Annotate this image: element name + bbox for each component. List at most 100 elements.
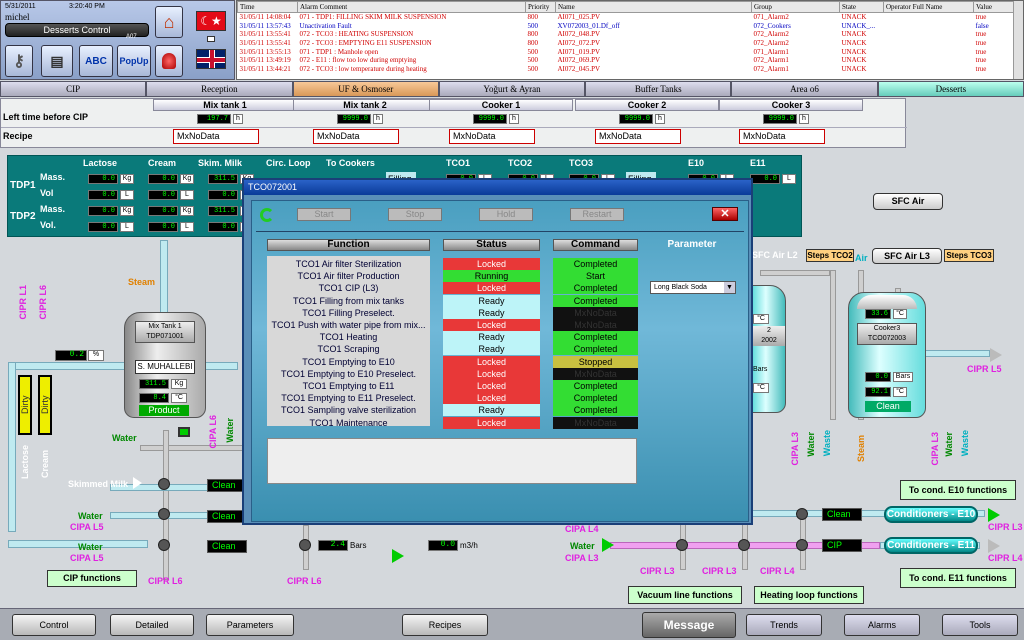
tab-cip[interactable]: CIP xyxy=(0,81,147,97)
command-cell[interactable]: MxNoData xyxy=(553,367,638,380)
col-name[interactable]: Name xyxy=(555,1,752,13)
alarm-scrollbar[interactable] xyxy=(1013,1,1023,79)
abc-button[interactable]: ABC xyxy=(79,45,113,77)
steps-tco3-button[interactable]: Steps TCO3 xyxy=(944,249,994,262)
alarm-row[interactable]: 31/05/11 14:08:04 071 - TDP1: FILLING SKI… xyxy=(238,13,1023,22)
alarm-row[interactable]: 31/05/11 13:55:41 072 - TCO3 : HEATING SU… xyxy=(238,30,1023,39)
recipe-field[interactable]: MxNoData xyxy=(313,129,399,144)
alarm-cell-operator xyxy=(884,56,974,65)
cipa-l3-label-c: CIPA L3 xyxy=(565,553,599,563)
trends-button[interactable]: Trends xyxy=(746,614,822,636)
alarm-row[interactable]: 31/05/11 13:55:41 072 - TCO3 : EMPTYING E… xyxy=(238,39,1023,48)
command-cell[interactable]: Completed xyxy=(553,294,638,307)
tab-yogurt-ayran[interactable]: Yoğurt & Ayran xyxy=(438,81,586,97)
mix-tank-temp: 8.4 xyxy=(139,393,169,403)
heating-loop-button[interactable]: Heating loop functions xyxy=(754,586,864,604)
mix-tank-1[interactable]: Mix Tank 1 TDP071001 S. MUHALLEBI 311.5 … xyxy=(124,312,206,418)
tdp-value: 0.0 xyxy=(88,190,118,200)
valve-indicator[interactable] xyxy=(178,427,190,437)
steps-tco2-button[interactable]: Steps TCO2 xyxy=(806,249,854,262)
alarm-row[interactable]: 31/05/11 13:57:43 Unactivation Fault 500 XV… xyxy=(238,21,1023,30)
col-time[interactable]: Time xyxy=(237,1,298,13)
command-cell[interactable]: Completed xyxy=(553,343,638,356)
alarm-row[interactable]: 31/05/11 13:44:21 072 - TCO3 : low temper… xyxy=(238,65,1023,74)
sfc-air-l3-button[interactable]: SFC Air L3 xyxy=(872,248,942,264)
command-cell[interactable]: Completed xyxy=(553,331,638,344)
user-label: michel xyxy=(5,12,30,22)
parameters-button[interactable]: Parameters xyxy=(206,614,294,636)
col-state[interactable]: State xyxy=(839,1,884,13)
e10-arrow-icon xyxy=(988,508,1000,522)
pump-icon[interactable] xyxy=(392,549,404,563)
recipe-field[interactable]: MxNoData xyxy=(449,129,535,144)
hold-button[interactable]: Hold xyxy=(479,208,533,221)
command-cell[interactable]: MxNoData xyxy=(553,416,638,429)
alarm-row[interactable]: 31/05/11 13:49:19 072 - E11 : flow too lo… xyxy=(238,56,1023,65)
command-cell[interactable]: Completed xyxy=(553,392,638,405)
turkish-flag-icon[interactable]: ☾★ xyxy=(196,11,226,31)
hdr-tco2: TCO2 xyxy=(508,158,533,168)
alarm-cell-operator xyxy=(884,30,974,39)
conditioners-e10[interactable]: Conditioners - E10 xyxy=(884,506,978,523)
cooker-3-tank[interactable]: 33.6 °C Cooker3 TCO072003 0.0 Bars 92.1 … xyxy=(848,292,926,418)
sfc-air-button[interactable]: SFC Air xyxy=(873,193,943,210)
level-unit: % xyxy=(88,350,104,361)
cooker-2-tank[interactable]: °C 2 2002 Bars °C xyxy=(752,285,786,413)
refresh-icon[interactable] xyxy=(260,208,274,222)
conditioners-e11[interactable]: Conditioners - E11 xyxy=(884,537,978,554)
parameter-value: Long Black Soda xyxy=(654,284,707,291)
stop-button[interactable]: Stop xyxy=(388,208,442,221)
alarm-cell-state: UNACK xyxy=(841,30,867,39)
uk-flag-icon[interactable] xyxy=(196,49,226,69)
chevron-down-icon[interactable]: ▼ xyxy=(724,282,735,293)
command-cell[interactable]: Completed xyxy=(553,258,638,270)
command-cell[interactable]: MxNoData xyxy=(553,319,638,331)
command-cell[interactable]: Stopped xyxy=(553,355,638,368)
cipa-l3-label-a: CIPA L3 xyxy=(790,432,800,466)
col-group[interactable]: Group xyxy=(751,1,840,13)
printer-button[interactable]: ▤ xyxy=(41,45,73,77)
keys-button[interactable]: ⚷ xyxy=(5,45,33,77)
recipe-field[interactable]: MxNoData xyxy=(595,129,681,144)
tab-buffer-tanks[interactable]: Buffer Tanks xyxy=(585,81,732,97)
tools-button[interactable]: Tools xyxy=(942,614,1018,636)
cip-functions-button[interactable]: CIP functions xyxy=(47,570,137,587)
message-button[interactable]: Message xyxy=(642,612,736,638)
alarm-row[interactable]: 31/05/11 13:55:13 071 - TDP1 : Manhole op… xyxy=(238,47,1023,56)
start-button[interactable]: Start xyxy=(297,208,351,221)
control-button[interactable]: Control xyxy=(12,614,96,636)
command-cell[interactable]: Completed xyxy=(553,282,638,295)
hdr-tco3: TCO3 xyxy=(569,158,594,168)
col-priority[interactable]: Priority xyxy=(525,1,556,13)
detailed-button[interactable]: Detailed xyxy=(110,614,194,636)
col-comment[interactable]: Alarm Comment xyxy=(297,1,526,13)
water-clean-status-1: Clean xyxy=(207,510,247,523)
home-button[interactable]: ⌂ xyxy=(155,6,183,38)
recipe-field[interactable]: MxNoData xyxy=(173,129,259,144)
cooker2-bars-unit: Bars xyxy=(753,366,768,373)
tab-area-o6[interactable]: Area o6 xyxy=(731,81,878,97)
recipe-field[interactable]: MxNoData xyxy=(739,129,825,144)
left-time-unit: h xyxy=(655,114,665,124)
command-cell[interactable]: Completed xyxy=(553,380,638,392)
parameter-select[interactable]: Long Black Soda ▼ xyxy=(650,281,736,294)
tab-reception[interactable]: Reception xyxy=(146,81,293,97)
tab-uf-osmoser[interactable]: UF & Osmoser xyxy=(292,81,439,97)
tab-desserts[interactable]: Desserts xyxy=(877,81,1024,97)
to-cond-e10-button[interactable]: To cond. E10 functions xyxy=(900,480,1016,500)
vacuum-line-button[interactable]: Vacuum line functions xyxy=(628,586,742,604)
mix-col-header: Mix tank 1 xyxy=(153,99,297,111)
to-cond-e11-button[interactable]: To cond. E11 functions xyxy=(900,568,1016,588)
command-cell[interactable]: Start xyxy=(553,270,638,283)
alarm-light-button[interactable] xyxy=(155,45,183,77)
restart-button[interactable]: Restart xyxy=(570,208,624,221)
alarm-table[interactable]: Time Alarm Comment Priority Name Group S… xyxy=(236,0,1024,80)
recipes-button[interactable]: Recipes xyxy=(402,614,488,636)
col-operator[interactable]: Operator Full Name xyxy=(883,1,974,13)
close-icon[interactable]: ✕ xyxy=(712,207,738,221)
inlet-valve-icon[interactable] xyxy=(602,538,614,552)
command-cell[interactable]: Completed xyxy=(553,404,638,417)
popup-button[interactable]: PopUp xyxy=(117,45,151,77)
command-cell[interactable]: MxNoData xyxy=(553,306,638,319)
alarms-button[interactable]: Alarms xyxy=(844,614,920,636)
